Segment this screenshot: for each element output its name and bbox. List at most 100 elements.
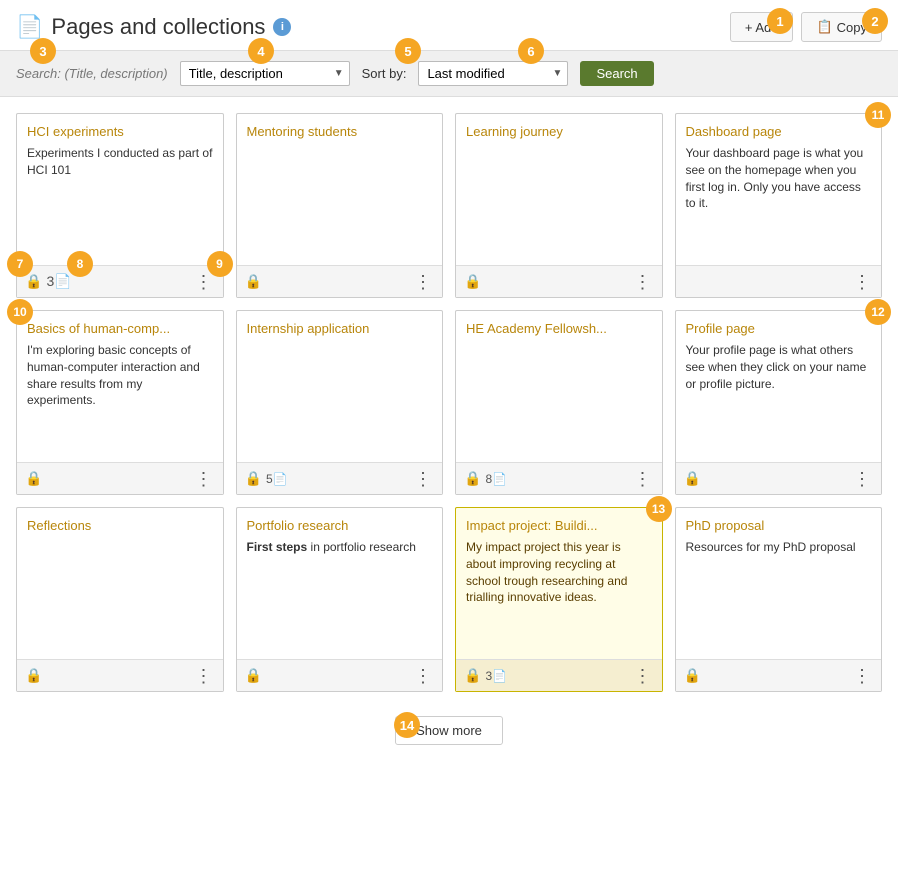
card-footer-mentoring: 🔒 ⋮ (237, 265, 443, 297)
footer-left: 🔒 (25, 470, 42, 487)
card-title-impact[interactable]: Impact project: Buildi... (466, 518, 652, 533)
info-icon[interactable]: i (273, 18, 291, 36)
more-options-button[interactable]: ⋮ (412, 667, 434, 685)
more-options-button[interactable]: ⋮ (632, 470, 654, 488)
footer-left: 🔒 8📄 (464, 470, 507, 487)
sort-select[interactable]: Last modified Title Date created (418, 61, 568, 86)
lock-icon: 🔒 (464, 470, 481, 487)
more-options-button[interactable]: ⋮ (851, 470, 873, 488)
copy-icon: 📋 (816, 19, 832, 35)
footer-left: 🔒 3📄 (464, 667, 507, 684)
card-grid: HCI experiments Experiments I conducted … (0, 97, 898, 708)
search-label: Search: (Title, description) (16, 66, 168, 81)
card-content: Profile page Your profile page is what o… (676, 311, 882, 462)
card-title-learning[interactable]: Learning journey (466, 124, 652, 139)
card-internship: Internship application 🔒 5📄 ⋮ (236, 310, 444, 495)
page-title-area: 📄 Pages and collections i (16, 14, 291, 40)
card-desc-phd: Resources for my PhD proposal (686, 539, 872, 556)
card-content: Learning journey (456, 114, 662, 265)
badge-12: 12 (865, 299, 891, 325)
card-footer-phd: 🔒 ⋮ (676, 659, 882, 691)
card-footer-portfolio: 🔒 ⋮ (237, 659, 443, 691)
card-title-phd[interactable]: PhD proposal (686, 518, 872, 533)
card-footer-hci: 🔒 3📄 ⋮ (17, 265, 223, 297)
more-options-button[interactable]: ⋮ (193, 273, 215, 291)
card-content: Dashboard page Your dashboard page is wh… (676, 114, 882, 265)
more-options-button[interactable]: ⋮ (412, 470, 434, 488)
footer-left: 🔒 (464, 273, 481, 290)
more-options-button[interactable]: ⋮ (851, 273, 873, 291)
card-title-basics[interactable]: Basics of human-comp... (27, 321, 213, 336)
card-desc-impact: My impact project this year is about imp… (466, 539, 652, 606)
more-options-button[interactable]: ⋮ (193, 470, 215, 488)
more-options-button[interactable]: ⋮ (632, 273, 654, 291)
card-title-mentoring[interactable]: Mentoring students (247, 124, 433, 139)
show-more-row: 14 Show more (0, 708, 898, 761)
collection-count: 8📄 (485, 472, 507, 486)
badge-3: 3 (30, 38, 56, 64)
more-options-button[interactable]: ⋮ (632, 667, 654, 685)
card-hci-experiments: HCI experiments Experiments I conducted … (16, 113, 224, 298)
badge-2: 2 (862, 8, 888, 34)
card-desc-portfolio: First steps in portfolio research (247, 539, 433, 556)
lock-icon: 🔒 (464, 667, 481, 684)
lock-icon: 🔒 (25, 273, 42, 290)
card-content: HCI experiments Experiments I conducted … (17, 114, 223, 265)
badge-10: 10 (7, 299, 33, 325)
lock-icon: 🔒 (245, 667, 262, 684)
more-options-button[interactable]: ⋮ (851, 667, 873, 685)
lock-icon: 🔒 (25, 470, 42, 487)
badge-11: 11 (865, 102, 891, 128)
badge-8: 8 (67, 251, 93, 277)
badge-6: 6 (518, 38, 544, 64)
collection-count: 3📄 (485, 669, 507, 683)
collection-count: 5📄 (266, 472, 288, 486)
card-content: Mentoring students (237, 114, 443, 265)
card-phd: PhD proposal Resources for my PhD propos… (675, 507, 883, 692)
card-title-he[interactable]: HE Academy Fellowsh... (466, 321, 652, 336)
lock-icon: 🔒 (684, 667, 701, 684)
card-footer-learning: 🔒 ⋮ (456, 265, 662, 297)
lock-icon: 🔒 (245, 470, 262, 487)
collection-badge: 5📄 (266, 472, 288, 486)
card-title-profile[interactable]: Profile page (686, 321, 872, 336)
page-header: 📄 Pages and collections i + Add 📋 Copy 1… (0, 0, 898, 51)
footer-left: 🔒 (684, 470, 701, 487)
collection-badge: 3📄 (46, 273, 71, 290)
card-title-reflections[interactable]: Reflections (27, 518, 213, 533)
card-title-hci[interactable]: HCI experiments (27, 124, 213, 139)
page-icon: 📄 (16, 14, 43, 40)
card-title-internship[interactable]: Internship application (247, 321, 433, 336)
card-footer-he: 🔒 8📄 ⋮ (456, 462, 662, 494)
more-options-button[interactable]: ⋮ (412, 273, 434, 291)
footer-left: 🔒 (684, 667, 701, 684)
badge-9: 9 (207, 251, 233, 277)
footer-left: 🔒 (245, 667, 262, 684)
card-title-dashboard[interactable]: Dashboard page (686, 124, 872, 139)
lock-icon: 🔒 (25, 667, 42, 684)
footer-left: 🔒 (25, 667, 42, 684)
card-footer-internship: 🔒 5📄 ⋮ (237, 462, 443, 494)
badge-7: 7 (7, 251, 33, 277)
card-footer-impact: 🔒 3📄 ⋮ (456, 659, 662, 691)
sort-label: Sort by: (362, 66, 407, 81)
card-dashboard: Dashboard page Your dashboard page is wh… (675, 113, 883, 298)
more-options-button[interactable]: ⋮ (193, 667, 215, 685)
search-button[interactable]: Search (580, 61, 653, 86)
collection-badge: 3📄 (485, 669, 507, 683)
card-content: Impact project: Buildi... My impact proj… (456, 508, 662, 659)
card-learning-journey: Learning journey 🔒 ⋮ (455, 113, 663, 298)
badge-1: 1 (767, 8, 793, 34)
collection-icon: 3📄 (46, 273, 71, 290)
card-he-academy: HE Academy Fellowsh... 🔒 8📄 ⋮ (455, 310, 663, 495)
search-hint: (Title, description) (64, 66, 167, 81)
card-desc-basics: I'm exploring basic concepts of human-co… (27, 342, 213, 409)
card-reflections: Reflections 🔒 ⋮ (16, 507, 224, 692)
badge-13: 13 (646, 496, 672, 522)
page-title: Pages and collections (51, 14, 265, 40)
card-title-portfolio[interactable]: Portfolio research (247, 518, 433, 533)
search-input[interactable] (180, 61, 350, 86)
card-impact: Impact project: Buildi... My impact proj… (455, 507, 663, 692)
lock-icon: 🔒 (684, 470, 701, 487)
card-desc-hci: Experiments I conducted as part of HCI 1… (27, 145, 213, 179)
